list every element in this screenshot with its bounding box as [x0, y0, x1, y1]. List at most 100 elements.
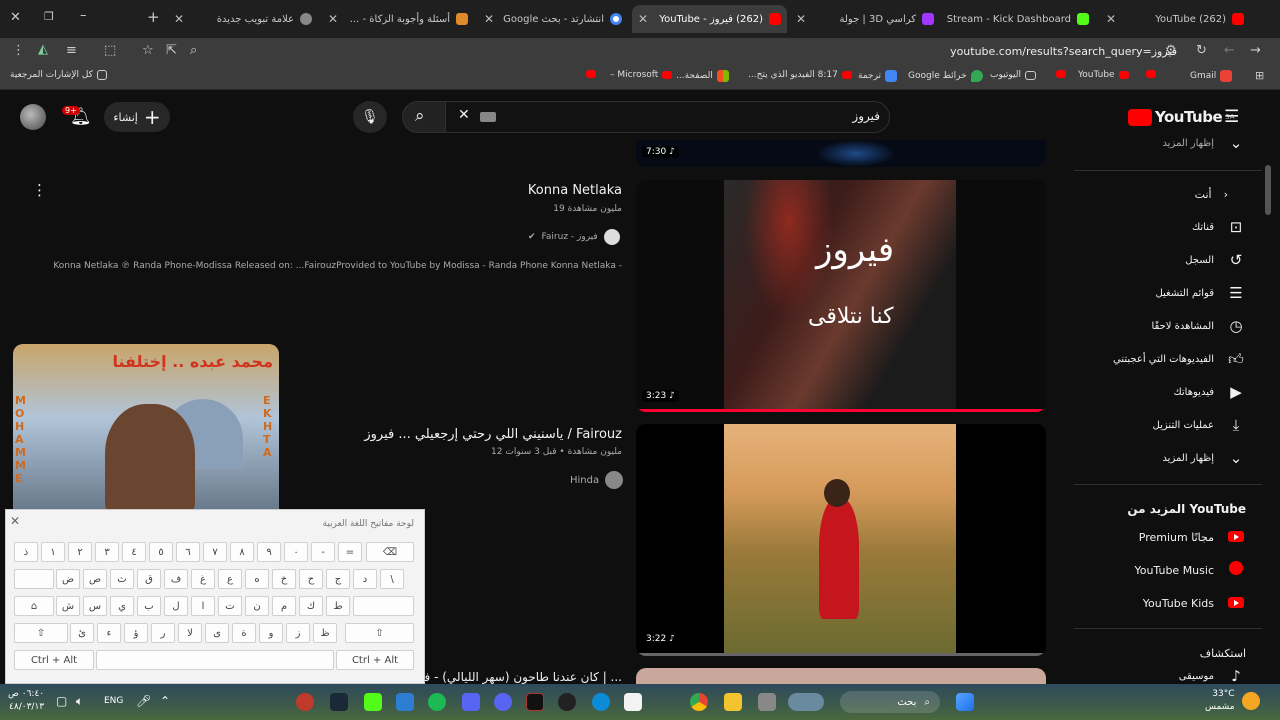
- keyboard-key[interactable]: ١: [41, 542, 65, 562]
- video-channel[interactable]: فيروز - Fairuz ✔: [528, 229, 620, 245]
- video-thumbnail[interactable]: [636, 424, 1046, 656]
- keyboard-key[interactable]: ت: [218, 596, 242, 616]
- keyboard-key[interactable]: ا: [191, 596, 215, 616]
- video-title[interactable]: Konna Netlaka: [528, 183, 622, 198]
- keyboard-key[interactable]: ح: [299, 569, 323, 589]
- tab-chairs[interactable]: كراسي 3D | جولة ✕: [790, 5, 940, 33]
- sidebar-item-your-channel[interactable]: قناتك ⊡: [1066, 217, 1246, 237]
- close-tab-icon[interactable]: ✕: [174, 12, 184, 26]
- clear-search-icon[interactable]: ✕: [458, 107, 470, 123]
- keyboard-key[interactable]: ه: [245, 569, 269, 589]
- app-icon[interactable]: [396, 693, 414, 711]
- address-bar[interactable]: youtube.com/results?search_query=فيروز: [215, 40, 1185, 64]
- keyboard-key[interactable]: و: [259, 623, 283, 643]
- keyboard-key[interactable]: ض: [56, 569, 80, 589]
- keyboard-key[interactable]: لا: [178, 623, 202, 643]
- new-tab-button[interactable]: +: [147, 8, 160, 26]
- sidebar-item-show-more[interactable]: إظهار المزيد ⌄: [1066, 448, 1246, 468]
- language-indicator[interactable]: ENG: [104, 696, 123, 706]
- tab-key[interactable]: [14, 569, 54, 589]
- share-icon[interactable]: ⇱: [166, 43, 177, 58]
- kick-icon[interactable]: [364, 693, 382, 711]
- bookmark-microsoft[interactable]: Microsoft –: [610, 70, 673, 80]
- scrollbar-thumb[interactable]: [1265, 165, 1271, 215]
- bookmark-yt-2[interactable]: [1056, 70, 1066, 78]
- notification-center-icon[interactable]: ▢: [56, 694, 67, 708]
- restore-window-icon[interactable]: ❐: [44, 10, 54, 23]
- close-tab-icon[interactable]: ✕: [1106, 12, 1116, 26]
- close-tab-icon[interactable]: ✕: [638, 12, 648, 26]
- minimize-window-icon[interactable]: –: [80, 8, 87, 23]
- sidebar-item-premium[interactable]: Premium مجانًا: [1066, 527, 1246, 547]
- keyboard-key[interactable]: \: [380, 569, 404, 589]
- bookmark-youtube[interactable]: YouTube: [1078, 70, 1129, 80]
- keyboard-key[interactable]: ء: [97, 623, 121, 643]
- video-channel[interactable]: Hinda: [570, 471, 624, 489]
- enter-key[interactable]: [353, 596, 414, 616]
- youtube-logo[interactable]: YouTube SA: [1128, 108, 1235, 126]
- ctrl-alt-left-key[interactable]: Ctrl + Alt: [14, 650, 94, 670]
- keyboard-key[interactable]: ن: [245, 596, 269, 616]
- app-icon-cloud[interactable]: [296, 693, 314, 711]
- video-title[interactable]: ياسنيني اللي رحتي إرجعيلي ... فيروز / Fa…: [364, 427, 622, 442]
- keyboard-key[interactable]: ل: [164, 596, 188, 616]
- ctrl-alt-right-key[interactable]: Ctrl + Alt: [336, 650, 414, 670]
- sidebar-item-history[interactable]: السجل ↺: [1066, 250, 1246, 270]
- extension-icon[interactable]: ◭: [38, 42, 48, 57]
- keyboard-key[interactable]: ث: [110, 569, 134, 589]
- bookmark-folder[interactable]: اليوتيوب: [990, 70, 1036, 80]
- tab-zakat[interactable]: أسئلة وأجوبة الزكاة - ... ✕: [322, 5, 474, 33]
- sidebar-you-header[interactable]: أنت ›: [1066, 184, 1246, 204]
- video-title[interactable]: كان عندنا طاحون (سهر الليالي) - فيروز | …: [403, 670, 622, 684]
- bookmark-gmail[interactable]: Gmail: [1190, 70, 1233, 82]
- zoom-icon[interactable]: ⌕: [190, 43, 197, 58]
- keyboard-key[interactable]: ٦: [176, 542, 200, 562]
- discord-alt-icon[interactable]: [494, 693, 512, 711]
- keyboard-key[interactable]: ف: [164, 569, 188, 589]
- keyboard-key[interactable]: ط: [326, 596, 350, 616]
- create-button[interactable]: إنشاء +: [104, 102, 170, 132]
- microphone-tray-icon[interactable]: 🎤︎: [136, 694, 151, 708]
- keyboard-key[interactable]: ع: [218, 569, 242, 589]
- keyboard-key[interactable]: ٢: [68, 542, 92, 562]
- sidebar-show-more-top[interactable]: إظهار المزيد ⌄: [1066, 134, 1246, 152]
- file-explorer-icon[interactable]: [724, 693, 742, 711]
- app-icon[interactable]: [758, 693, 776, 711]
- keyboard-icon[interactable]: [480, 112, 496, 122]
- keyboard-key[interactable]: س: [83, 596, 107, 616]
- keyboard-key[interactable]: ر: [151, 623, 175, 643]
- keyboard-key[interactable]: ٨: [230, 542, 254, 562]
- avatar[interactable]: [20, 104, 46, 130]
- start-icon[interactable]: [956, 693, 974, 711]
- close-tab-icon[interactable]: ✕: [484, 12, 494, 26]
- tab-fairuz-youtube[interactable]: (262) فيروز - YouTube ✕: [632, 5, 787, 33]
- sidebar-item-liked-videos[interactable]: الفيديوهات التي أعجبتني 👍︎: [1066, 349, 1246, 369]
- bookmark-maps[interactable]: خرائط Google: [908, 70, 983, 82]
- site-settings-icon[interactable]: ⚙: [1165, 43, 1177, 58]
- keyboard-key[interactable]: ٥: [149, 542, 173, 562]
- keyboard-key[interactable]: غ: [191, 569, 215, 589]
- sidebar-item-playlists[interactable]: قوائم التشغيل ☰: [1066, 283, 1246, 303]
- tab-google-search[interactable]: انتشارتد - بحث Google ✕: [478, 5, 628, 33]
- backspace-key[interactable]: ⌫: [366, 542, 414, 562]
- edge-icon[interactable]: [592, 693, 610, 711]
- more-options-icon[interactable]: ⋮: [32, 181, 47, 199]
- forward-icon[interactable]: ←: [1224, 43, 1235, 58]
- keyboard-key[interactable]: ص: [83, 569, 107, 589]
- sidebar-item-music-explore[interactable]: موسيقى ♪: [1066, 668, 1246, 684]
- keyboard-key[interactable]: ؤ: [124, 623, 148, 643]
- keyboard-key[interactable]: =: [338, 542, 362, 562]
- sidebar-item-music[interactable]: YouTube Music: [1066, 560, 1246, 580]
- extensions-puzzle-icon[interactable]: ⬚: [104, 43, 116, 58]
- video-thumbnail[interactable]: [636, 140, 1046, 167]
- voice-search-button[interactable]: 🎙︎: [353, 101, 387, 133]
- tab-youtube[interactable]: (262) YouTube ✕: [1100, 5, 1250, 33]
- media-control-icon[interactable]: ≡: [66, 43, 77, 58]
- sidebar-item-downloads[interactable]: عمليات التنزيل ⤓: [1066, 415, 1246, 435]
- network-icon[interactable]: 🔈︎: [76, 694, 83, 709]
- keyboard-key[interactable]: د: [353, 569, 377, 589]
- keyboard-key[interactable]: ق: [137, 569, 161, 589]
- keyboard-key[interactable]: ك: [299, 596, 323, 616]
- keyboard-key[interactable]: ظ: [313, 623, 337, 643]
- video-thumbnail[interactable]: [636, 668, 1046, 684]
